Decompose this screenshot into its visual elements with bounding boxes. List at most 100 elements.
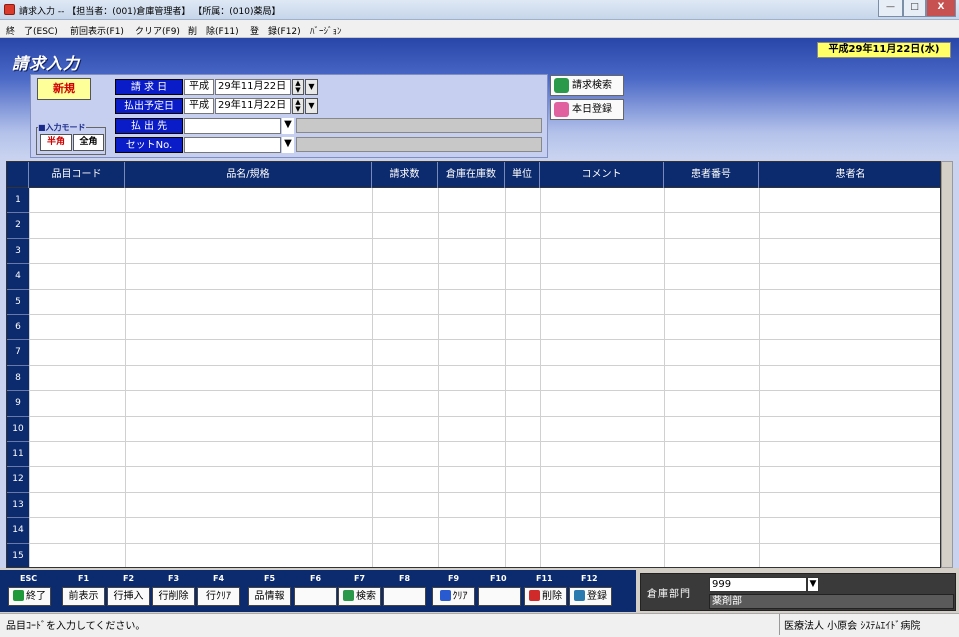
row-number[interactable]: 12 [7, 467, 29, 493]
grid-column-line [759, 188, 760, 567]
fkey-button-esc[interactable]: 終了 [8, 587, 51, 606]
table-row[interactable] [29, 314, 940, 315]
payout-date-spinner[interactable]: ▲ ▼ [292, 98, 304, 114]
fkey-button-f5[interactable]: 品情報 [248, 587, 291, 606]
table-row[interactable] [29, 263, 940, 265]
fkey-button-label: 行ｸﾘｱ [206, 591, 231, 602]
dept-dropdown[interactable]: ▼ [807, 577, 819, 592]
menu-delete[interactable]: 削 除(F11) [188, 24, 239, 37]
mode-half-button[interactable]: 半角 [40, 134, 72, 151]
grid-header: 品目コード 品名/規格 請求数 倉庫在庫数 単位 コメント 患者番号 患者名 [7, 162, 940, 188]
row-number[interactable]: 2 [7, 213, 29, 239]
fkey-label-f7: F7 [354, 574, 366, 583]
fkey-button-f7[interactable]: 検索 [338, 587, 381, 606]
fkey-label-f5: F5 [264, 574, 276, 583]
today-register-button[interactable]: 本日登録 [550, 99, 624, 120]
fkey-label-f8: F8 [399, 574, 411, 583]
maximize-button[interactable]: □ [903, 0, 926, 17]
close-button[interactable]: X [926, 0, 956, 17]
row-number[interactable]: 7 [7, 340, 29, 366]
payout-dest-dropdown[interactable]: ▼ [282, 118, 294, 134]
col-comment[interactable]: コメント [540, 162, 664, 188]
table-row[interactable] [29, 339, 940, 341]
col-unit[interactable]: 単位 [505, 162, 540, 188]
payout-date-field[interactable]: 29年11月22日 [215, 98, 291, 114]
payout-date-dropdown[interactable]: ▼ [305, 98, 318, 114]
request-search-label: 請求検索 [572, 80, 612, 91]
spin-down-icon[interactable]: ▼ [293, 87, 303, 94]
set-no-combo[interactable] [184, 137, 281, 153]
col-request-qty[interactable]: 請求数 [372, 162, 438, 188]
table-row[interactable] [29, 237, 940, 239]
row-number[interactable]: 10 [7, 416, 29, 442]
set-no-dropdown[interactable]: ▼ [282, 137, 294, 153]
request-date-spinner[interactable]: ▲ ▼ [292, 79, 304, 95]
row-number[interactable]: 3 [7, 238, 29, 265]
spin-down-icon[interactable]: ▼ [293, 106, 303, 113]
fkey-button-label: 前表示 [68, 591, 99, 602]
payout-era-field[interactable]: 平成 [184, 98, 214, 114]
menu-clear[interactable]: クリア(F9) [135, 24, 180, 37]
fkey-button-f3[interactable]: 行削除 [152, 587, 195, 606]
col-item-name[interactable]: 品名/規格 [125, 162, 372, 188]
dept-code-combo[interactable]: 999 [709, 577, 807, 592]
row-number[interactable]: 6 [7, 315, 29, 341]
fkey-button-f8[interactable] [383, 587, 426, 606]
calendar-icon [554, 102, 569, 117]
fkey-button-f1[interactable]: 前表示 [62, 587, 105, 606]
menu-version[interactable]: ﾊﾞｰｼﾞｮﾝ [310, 24, 342, 37]
menu-register[interactable]: 登 録(F12) [250, 24, 301, 37]
table-row[interactable] [29, 517, 940, 519]
payout-date-label: 払出予定日 [115, 98, 183, 114]
request-date-field[interactable]: 29年11月22日 [215, 79, 291, 95]
fkey-button-f10[interactable] [478, 587, 521, 606]
fkey-label-esc: ESC [20, 574, 38, 583]
row-number[interactable]: 15 [7, 543, 29, 567]
table-row[interactable] [29, 441, 940, 442]
col-item-code[interactable]: 品目コード [29, 162, 125, 188]
row-number[interactable]: 8 [7, 365, 29, 392]
fkey-button-f2[interactable]: 行挿入 [107, 587, 150, 606]
payout-dest-combo[interactable] [184, 118, 281, 134]
grid-scrollbar[interactable] [941, 161, 953, 568]
menu-previous[interactable]: 前回表示(F1) [70, 24, 124, 37]
col-patient-name[interactable]: 患者名 [759, 162, 940, 188]
fkey-button-f11[interactable]: 削除 [524, 587, 567, 606]
exit-icon [13, 590, 24, 601]
fkey-label-f6: F6 [310, 574, 322, 583]
mode-full-button[interactable]: 全角 [73, 134, 104, 151]
row-number[interactable]: 14 [7, 518, 29, 544]
status-organization: 医療法人 小原会 ｼｽﾃﾑｴｲﾄﾞ病院 [784, 621, 921, 632]
table-row[interactable] [29, 415, 940, 417]
table-row[interactable] [29, 491, 940, 493]
fkey-button-label: 行挿入 [113, 591, 144, 602]
request-era-field[interactable]: 平成 [184, 79, 214, 95]
table-row[interactable] [29, 542, 940, 544]
row-number[interactable]: 13 [7, 492, 29, 519]
table-row[interactable] [29, 390, 940, 392]
fkey-button-f4[interactable]: 行ｸﾘｱ [197, 587, 240, 606]
table-row[interactable] [29, 466, 940, 468]
table-row[interactable] [29, 364, 940, 366]
fkey-button-label: 登録 [587, 591, 607, 602]
row-number[interactable]: 4 [7, 264, 29, 290]
row-number[interactable]: 1 [7, 188, 29, 214]
fkey-label-f12: F12 [581, 574, 598, 583]
table-row[interactable] [29, 288, 940, 290]
row-number[interactable]: 9 [7, 391, 29, 417]
fkey-button-f9[interactable]: ｸﾘｱ [432, 587, 475, 606]
col-patient-no[interactable]: 患者番号 [664, 162, 759, 188]
minimize-button[interactable]: — [878, 0, 903, 17]
fkey-button-label: 品情報 [254, 591, 285, 602]
fkey-button-f12[interactable]: 登録 [569, 587, 612, 606]
request-search-button[interactable]: 請求検索 [550, 75, 624, 96]
table-row[interactable] [29, 212, 940, 214]
request-date-dropdown[interactable]: ▼ [305, 79, 318, 95]
row-number[interactable]: 5 [7, 289, 29, 315]
fkey-button-f6[interactable] [294, 587, 337, 606]
menu-exit[interactable]: 終 了(ESC) [6, 24, 58, 37]
col-stock-qty[interactable]: 倉庫在庫数 [438, 162, 505, 188]
row-number[interactable]: 11 [7, 442, 29, 468]
status-message: 品目ｺｰﾄﾞを入力してください。 [6, 621, 146, 632]
item-grid[interactable]: 品目コード 品名/規格 請求数 倉庫在庫数 単位 コメント 患者番号 患者名 1… [6, 161, 941, 568]
